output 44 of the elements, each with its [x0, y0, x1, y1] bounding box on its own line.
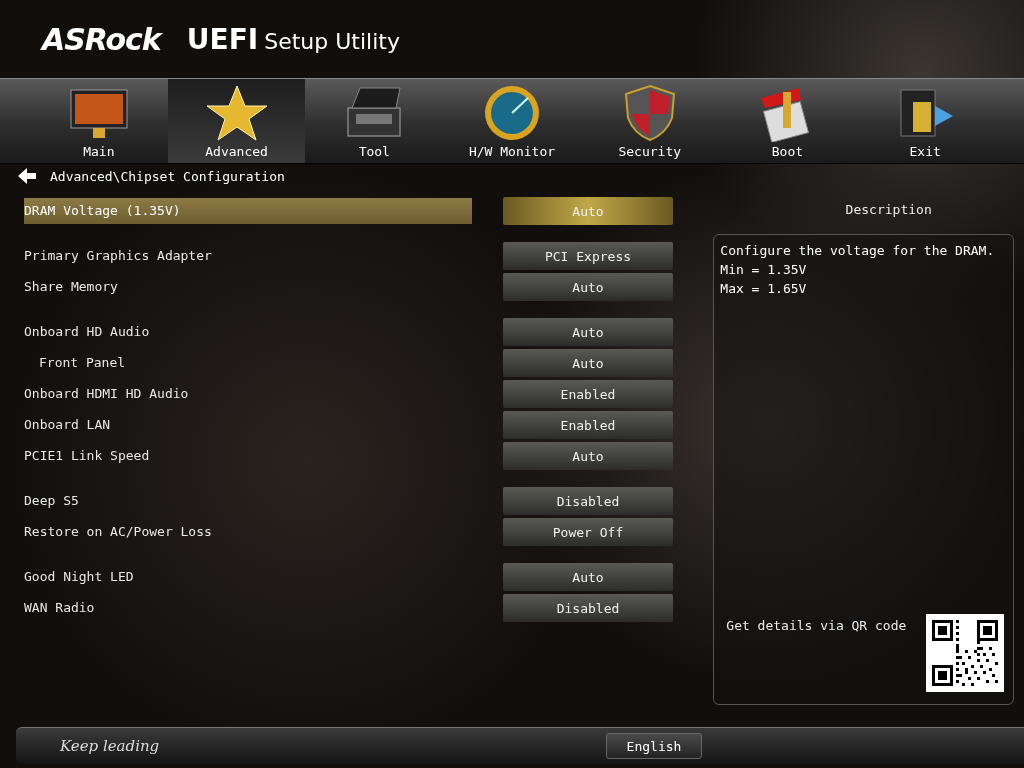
- setting-label[interactable]: Deep S5: [24, 488, 472, 514]
- setting-label[interactable]: Onboard LAN: [24, 412, 472, 438]
- setting-value-button[interactable]: Auto: [503, 349, 673, 377]
- menu-tab[interactable]: Exit: [856, 79, 995, 163]
- description-text: Min = 1.35V: [720, 261, 808, 279]
- menu-tab[interactable]: Tool: [305, 79, 444, 163]
- setting-value-button[interactable]: Enabled: [503, 380, 673, 408]
- product-title: UEFI: [186, 22, 259, 56]
- setting-value-button[interactable]: Auto: [503, 273, 673, 301]
- setting-label[interactable]: Share Memory: [24, 274, 472, 300]
- setting-value-button[interactable]: Auto: [503, 442, 673, 470]
- setting-label[interactable]: DRAM Voltage (1.35V): [24, 198, 472, 224]
- slogan: Keep leading: [60, 737, 160, 755]
- language-button[interactable]: English: [606, 733, 702, 759]
- setting-label[interactable]: PCIE1 Link Speed: [24, 443, 472, 469]
- setting-label[interactable]: Good Night LED: [24, 564, 472, 590]
- setting-value-button[interactable]: Disabled: [503, 594, 673, 622]
- menu-tab[interactable]: Main: [30, 79, 168, 163]
- breadcrumb: Advanced\Chipset Configuration: [50, 168, 285, 184]
- setting-value-button[interactable]: Auto: [503, 318, 673, 346]
- back-arrow-icon[interactable]: [18, 168, 36, 184]
- description-text: Max = 1.65V: [720, 280, 808, 298]
- description-text: Configure the voltage for the DRAM.: [720, 242, 996, 260]
- setting-value-button[interactable]: Enabled: [503, 411, 673, 439]
- setting-label[interactable]: Onboard HD Audio: [24, 319, 472, 345]
- product-subtitle: Setup Utility: [264, 28, 400, 54]
- qr-code-icon: [926, 614, 1005, 692]
- menu-tab[interactable]: Boot: [718, 79, 857, 163]
- brand-logo: ASRock: [42, 21, 161, 57]
- tab-icon: [204, 84, 269, 142]
- menu-tab[interactable]: H/W Monitor: [443, 79, 581, 163]
- setting-label[interactable]: Onboard HDMI HD Audio: [24, 381, 472, 407]
- setting-value-button[interactable]: Power Off: [503, 518, 673, 546]
- setting-label[interactable]: WAN Radio: [24, 595, 472, 621]
- setting-label[interactable]: Primary Graphics Adapter: [24, 243, 472, 269]
- qr-caption: Get details via QR code: [726, 618, 907, 633]
- menu-tab[interactable]: Advanced: [167, 79, 306, 163]
- setting-value-button[interactable]: Auto: [503, 563, 673, 591]
- setting-value-button[interactable]: PCI Express: [503, 242, 673, 270]
- description-title: Description: [844, 201, 933, 219]
- setting-value-button[interactable]: Disabled: [503, 487, 673, 515]
- menu-tab[interactable]: Security: [580, 79, 719, 163]
- setting-label[interactable]: Front Panel: [39, 350, 472, 376]
- setting-label[interactable]: Restore on AC/Power Loss: [24, 519, 472, 545]
